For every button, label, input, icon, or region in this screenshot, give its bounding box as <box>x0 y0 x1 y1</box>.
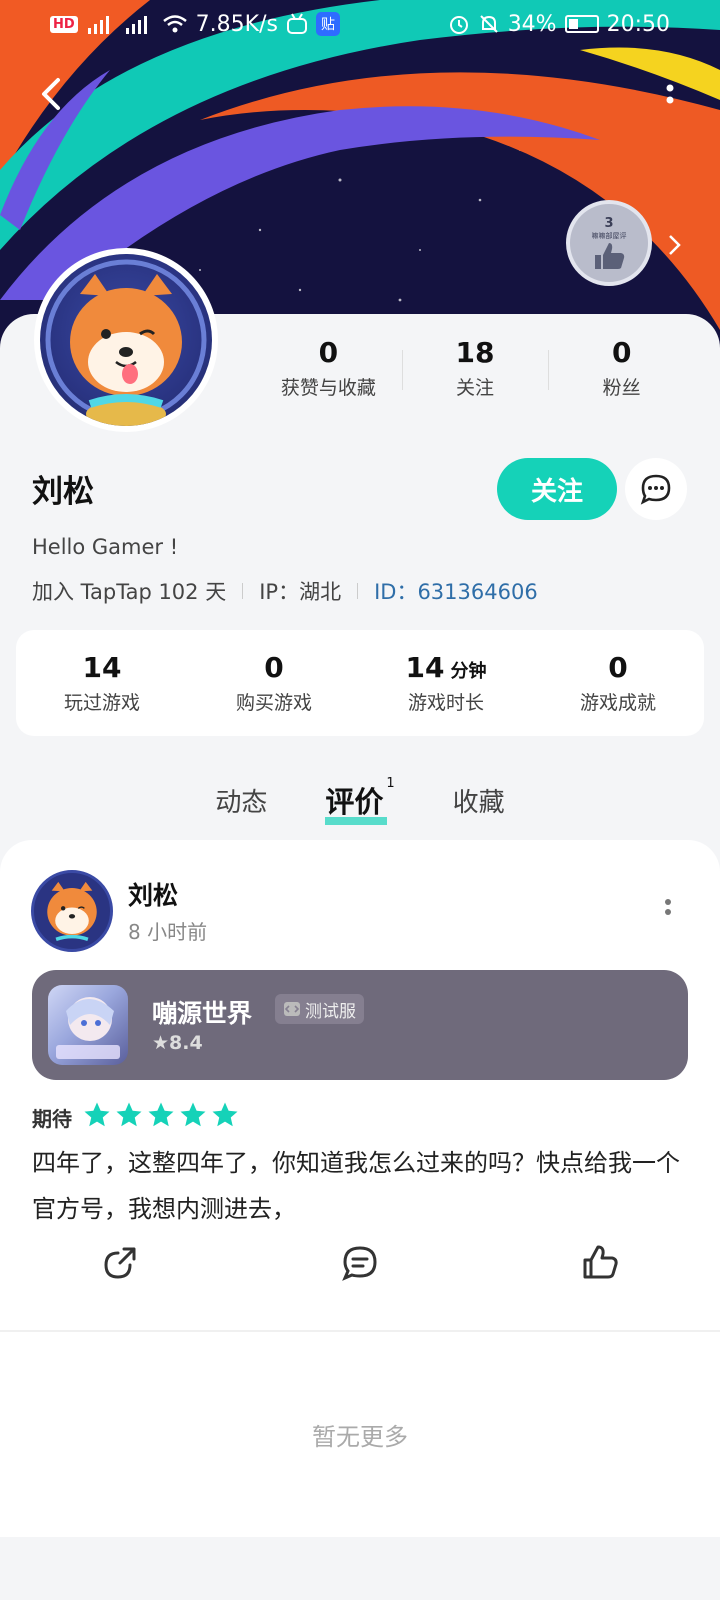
star-icon <box>212 1102 238 1127</box>
signal-icon <box>87 16 109 34</box>
stat-purchased-games[interactable]: 0 购买游戏 <box>188 651 360 715</box>
star-icon <box>180 1102 206 1127</box>
review-actions <box>0 1233 720 1293</box>
game-card[interactable]: 嘣源世界 测试服 ★8.4 <box>32 970 688 1080</box>
comment-button[interactable] <box>240 1233 480 1293</box>
game-tag-label: 测试服 <box>305 1001 356 1022</box>
wifi-icon <box>162 15 187 33</box>
tab-label: 评价 <box>325 785 384 819</box>
clock: 20:50 <box>606 11 670 37</box>
share-button[interactable] <box>0 1233 240 1293</box>
review-time: 8 小时前 <box>128 920 208 944</box>
star-icon <box>84 1102 110 1127</box>
divider <box>357 583 359 599</box>
stat-value: 0 <box>608 651 628 684</box>
user-id[interactable]: ID：631364606 <box>374 576 538 606</box>
star-icon <box>116 1102 142 1127</box>
no-more-content: 暂无更多 <box>0 1332 720 1537</box>
stat-label: 玩过游戏 <box>63 692 140 714</box>
battery-percent: 34% <box>507 11 557 37</box>
battery-icon <box>564 15 599 33</box>
tab-favorites[interactable]: 收藏 <box>453 782 505 819</box>
stat-value: 14 <box>82 651 122 684</box>
game-rating: ★8.4 <box>152 1032 203 1054</box>
game-icon-image <box>48 985 128 1065</box>
comment-icon <box>342 1246 377 1281</box>
review-author-name[interactable]: 刘松 <box>128 876 178 912</box>
profile-stats: 0 获赞与收藏 18 关注 0 粉丝 <box>255 336 695 400</box>
stat-followers[interactable]: 0 粉丝 <box>548 336 695 400</box>
stat-label: 游戏时长 <box>407 692 484 714</box>
profile-tabs: 动态 评价1 收藏 <box>0 770 720 830</box>
like-button[interactable] <box>480 1233 720 1293</box>
badge-level: 3 <box>604 215 614 231</box>
code-icon <box>284 1002 300 1016</box>
hd-indicator: HD <box>50 15 78 33</box>
chat-bubble-icon <box>640 474 671 505</box>
stat-value: 0 <box>318 336 339 369</box>
stat-value: 18 <box>455 336 495 369</box>
stat-label: 关注 <box>456 377 495 399</box>
star-icon <box>148 1102 174 1127</box>
tab-count: 1 <box>386 776 395 792</box>
tieba-icon: 贴 <box>315 12 340 36</box>
joined-days: 加入 TapTap 102 天 <box>32 580 227 604</box>
review-rating: 期待 <box>32 1100 242 1134</box>
stat-played-games[interactable]: 14 玩过游戏 <box>16 651 188 715</box>
username: 刘松 <box>32 474 94 510</box>
message-button[interactable] <box>625 458 687 520</box>
rating-stars <box>82 1100 242 1134</box>
bio: Hello Gamer ! <box>32 535 179 559</box>
more-icon[interactable] <box>655 80 685 120</box>
divider <box>242 583 244 599</box>
stat-value: 14 <box>405 651 445 684</box>
review-author-avatar[interactable] <box>31 870 113 952</box>
stat-unit: 分钟 <box>450 661 487 682</box>
avatar-shiba-image <box>47 881 97 941</box>
stat-achievements[interactable]: 0 游戏成就 <box>532 651 704 715</box>
stat-likes[interactable]: 0 获赞与收藏 <box>255 336 402 400</box>
battery-fill <box>568 19 578 29</box>
star-icon: ★ <box>152 1032 170 1054</box>
stat-following[interactable]: 18 关注 <box>401 336 549 400</box>
more-icon[interactable] <box>660 894 676 924</box>
thumbs-up-icon <box>583 1245 618 1279</box>
signal-icon <box>125 16 147 34</box>
network-speed: 7.85K/s <box>195 11 278 37</box>
chevron-right-icon[interactable] <box>665 230 685 260</box>
status-bar: HD 7.85K/s 贴 34% 20:50 <box>0 0 720 48</box>
stat-value: 0 <box>611 336 632 369</box>
back-icon[interactable] <box>30 72 74 116</box>
game-tag: 测试服 <box>275 994 364 1024</box>
stat-label: 获赞与收藏 <box>280 377 376 399</box>
alarm-icon <box>449 16 468 34</box>
stat-label: 购买游戏 <box>235 692 312 714</box>
profile-meta: 加入 TapTap 102 天 IP：湖北 ID：631364606 <box>32 576 538 606</box>
game-rating-value: 8.4 <box>169 1032 203 1054</box>
review-text: 四年了，这整四年了，你知道我怎么过来的吗？快点给我一个官方号，我想内测进去， <box>32 1149 680 1223</box>
game-name: 嘣源世界 <box>152 999 253 1028</box>
review-card[interactable]: 刘松 8 小时前 嘣源世界 测试服 ★8.4 期待 四年了，这整四年了，你知道我… <box>0 840 720 1330</box>
stat-play-time[interactable]: 14 分钟 游戏时长 <box>360 651 532 715</box>
achievement-badge[interactable]: 3 嘛嘛部屋评 <box>566 200 652 286</box>
rating-label: 期待 <box>32 1106 72 1131</box>
ip-location: IP：湖北 <box>259 580 342 604</box>
share-icon <box>104 1247 136 1279</box>
stat-value: 0 <box>264 651 284 684</box>
bilibili-icon <box>286 13 307 34</box>
badge-caption: 嘛嘛部屋评 <box>591 231 627 240</box>
mute-bell-icon <box>479 15 498 33</box>
thumbs-up-icon <box>595 242 625 269</box>
tab-activity[interactable]: 动态 <box>215 782 267 819</box>
stat-label: 游戏成就 <box>579 692 656 714</box>
tab-reviews[interactable]: 评价1 <box>325 776 395 825</box>
avatar-shiba-image <box>40 254 212 426</box>
follow-button[interactable]: 关注 <box>497 458 617 520</box>
game-stats-card: 14 玩过游戏 0 购买游戏 14 分钟 游戏时长 0 游戏成就 <box>16 630 704 736</box>
avatar[interactable] <box>34 248 218 432</box>
stat-label: 粉丝 <box>602 377 641 399</box>
